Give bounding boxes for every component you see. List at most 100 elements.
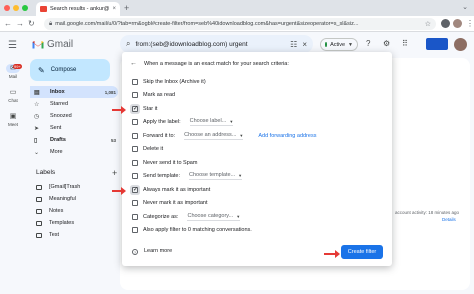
folder-drafts[interactable]: ▯ Drafts 53 bbox=[30, 134, 118, 146]
label-item[interactable]: Meaningful bbox=[36, 194, 116, 204]
folder-starred[interactable]: ☆ Starred bbox=[30, 98, 118, 110]
learn-more-link[interactable]: Learn more bbox=[144, 248, 172, 254]
back-icon[interactable]: ← bbox=[4, 19, 12, 29]
label-item[interactable]: Test bbox=[36, 230, 116, 240]
option-categorize[interactable]: Categorize as: Choose category... ▼ bbox=[132, 212, 241, 222]
checkbox[interactable] bbox=[132, 92, 138, 98]
label-item[interactable]: [Gmail]Trash bbox=[36, 182, 116, 192]
lock-icon[interactable]: 🔒︎ bbox=[49, 21, 52, 28]
checkbox[interactable] bbox=[132, 79, 138, 85]
maximize-window-button[interactable] bbox=[22, 5, 28, 11]
url-text[interactable]: mail.google.com/mail/u/0/?tab=rm&ogbl#cr… bbox=[55, 21, 422, 27]
caret-down-icon: ▼ bbox=[236, 213, 241, 219]
checkbox[interactable] bbox=[132, 133, 138, 139]
search-options-icon[interactable]: ☷ bbox=[290, 40, 297, 49]
gmail-wordmark: Gmail bbox=[47, 39, 74, 50]
option-skip-inbox[interactable]: Skip the Inbox (Archive it) bbox=[132, 77, 206, 87]
option-label: Delete it bbox=[143, 146, 164, 152]
settings-gear-icon[interactable]: ⚙ bbox=[383, 39, 390, 49]
folder-inbox[interactable]: ▤ Inbox 1,081 bbox=[30, 86, 118, 98]
organization-logo[interactable] bbox=[426, 38, 448, 50]
label-name: Test bbox=[49, 232, 60, 238]
rail-mail-label: Mail bbox=[8, 74, 18, 79]
chat-icon: ▭ bbox=[9, 89, 17, 96]
rail-chat-label: Chat bbox=[8, 98, 18, 103]
option-mark-read[interactable]: Mark as read bbox=[132, 90, 175, 100]
rail-chat[interactable]: ▭ Chat bbox=[0, 88, 26, 103]
create-filter-button[interactable]: Create filter bbox=[341, 245, 383, 259]
help-icon[interactable]: ? bbox=[366, 39, 370, 49]
option-send-template[interactable]: Send template: Choose template... ▼ bbox=[132, 171, 243, 181]
profile-icon[interactable] bbox=[453, 19, 462, 28]
label-dropdown[interactable]: Choose label... ▼ bbox=[189, 118, 234, 126]
label-item[interactable]: Notes bbox=[36, 206, 116, 216]
apps-grid-icon[interactable]: ⠿ bbox=[402, 39, 408, 49]
option-never-important[interactable]: Never mark it as important bbox=[132, 198, 208, 208]
status-label: Active bbox=[330, 41, 346, 48]
label-icon bbox=[36, 184, 42, 190]
rail-meet[interactable]: ▣ Meet bbox=[0, 112, 26, 127]
address-bar[interactable]: 🔒︎ mail.google.com/mail/u/0/?tab=rm&ogbl… bbox=[44, 18, 436, 30]
new-tab-button[interactable]: + bbox=[124, 3, 129, 13]
folder-label: Sent bbox=[50, 125, 62, 131]
option-delete[interactable]: Delete it bbox=[132, 144, 163, 154]
inbox-icon: ▤ bbox=[34, 89, 40, 96]
add-forwarding-address-link[interactable]: Add forwarding address bbox=[258, 133, 316, 139]
checkbox[interactable] bbox=[132, 173, 138, 179]
account-avatar[interactable] bbox=[454, 38, 467, 51]
toolbar: ← → ↻ 🔒︎ mail.google.com/mail/u/0/?tab=r… bbox=[0, 16, 474, 32]
details-link[interactable]: Details bbox=[442, 217, 456, 222]
option-always-important[interactable]: Always mark it as important bbox=[132, 185, 210, 195]
dropdown-value: Choose category... bbox=[187, 213, 234, 220]
caret-down-icon: ▼ bbox=[229, 118, 234, 124]
browser-tab[interactable]: Search results - ankur@idow... × bbox=[36, 2, 120, 16]
folder-label: More bbox=[50, 149, 63, 155]
option-never-spam[interactable]: Never send it to Spam bbox=[132, 158, 197, 168]
checkbox[interactable] bbox=[132, 160, 138, 166]
checkbox-checked[interactable] bbox=[132, 105, 138, 113]
reload-icon[interactable]: ↻ bbox=[28, 19, 35, 29]
mail-search[interactable]: ⌕ from:(seb@idownloadblog.com) urgent ☷ … bbox=[120, 35, 313, 53]
forward-icon[interactable]: → bbox=[16, 19, 24, 29]
clear-search-icon[interactable]: × bbox=[302, 40, 307, 49]
window-controls bbox=[4, 5, 28, 11]
send-icon: ➤ bbox=[34, 125, 40, 132]
create-filter-dialog: ← When a message is an exact match for y… bbox=[122, 52, 392, 266]
address-dropdown[interactable]: Choose an address... ▼ bbox=[184, 132, 244, 140]
folder-label: Snoozed bbox=[50, 113, 72, 119]
label-item[interactable]: Templates bbox=[36, 218, 116, 228]
folder-sent[interactable]: ➤ Sent bbox=[30, 122, 118, 134]
gmail-logo[interactable]: Gmail bbox=[32, 39, 73, 50]
option-star-it[interactable]: Star it bbox=[132, 104, 157, 114]
folder-label: Drafts bbox=[50, 137, 66, 143]
back-arrow-icon[interactable]: ← bbox=[130, 60, 137, 67]
label-name: Meaningful bbox=[49, 196, 76, 202]
folder-more[interactable]: ⌄ More bbox=[30, 146, 118, 158]
checkbox[interactable] bbox=[132, 214, 138, 220]
extension-icon[interactable] bbox=[441, 19, 450, 28]
checkbox[interactable] bbox=[132, 119, 138, 125]
folder-snoozed[interactable]: ◷ Snoozed bbox=[30, 110, 118, 122]
add-label-icon[interactable]: + bbox=[112, 168, 117, 178]
checkbox[interactable] bbox=[132, 200, 138, 206]
checkbox[interactable] bbox=[132, 146, 138, 152]
template-dropdown[interactable]: Choose template... ▼ bbox=[189, 172, 243, 180]
close-tab-icon[interactable]: × bbox=[112, 6, 116, 12]
checkbox-checked[interactable] bbox=[132, 186, 138, 194]
checkbox[interactable] bbox=[132, 227, 138, 233]
tab-strip: Search results - ankur@idow... × + ⌄ bbox=[0, 0, 474, 16]
option-apply-label[interactable]: Apply the label: Choose label... ▼ bbox=[132, 117, 234, 127]
compose-button[interactable]: ✎ Compose bbox=[30, 59, 110, 81]
search-icon[interactable]: ⌕ bbox=[126, 39, 130, 49]
close-window-button[interactable] bbox=[4, 5, 10, 11]
browser-menu-icon[interactable]: ⋮ bbox=[466, 19, 474, 29]
rail-mail[interactable]: ✉ 99+ Mail bbox=[0, 64, 26, 79]
bookmark-star-icon[interactable]: ☆ bbox=[425, 20, 431, 28]
category-dropdown[interactable]: Choose category... ▼ bbox=[187, 213, 241, 221]
status-selector[interactable]: Active ▼ bbox=[320, 38, 358, 51]
tab-search-icon[interactable]: ⌄ bbox=[462, 3, 468, 11]
option-apply-existing[interactable]: Also apply filter to 0 matching conversa… bbox=[132, 225, 252, 235]
option-forward[interactable]: Forward it to: Choose an address... ▼ Add… bbox=[132, 131, 316, 141]
minimize-window-button[interactable] bbox=[13, 5, 19, 11]
search-input[interactable]: from:(seb@idownloadblog.com) urgent bbox=[135, 41, 285, 48]
